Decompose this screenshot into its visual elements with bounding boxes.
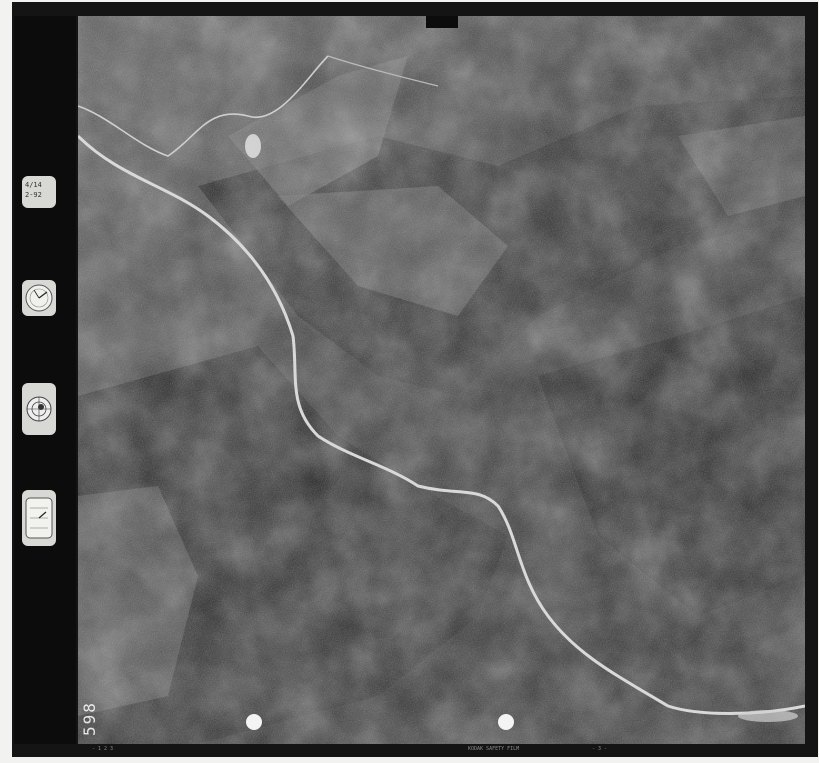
level-bubble — [22, 383, 56, 435]
terrain-icon — [78, 16, 805, 744]
data-card-text: 4/14 2-92 — [25, 181, 42, 199]
instrument-strip — [14, 16, 76, 744]
level-icon — [26, 396, 52, 422]
watch-dial — [22, 490, 56, 546]
footer-center: KODAK SAFETY FILM — [468, 746, 520, 752]
frame-number: 598 — [80, 701, 99, 736]
data-card: 4/14 2-92 — [22, 176, 56, 208]
fiducial-mark-top — [426, 16, 458, 28]
footer-left: - 1 2 3 — [92, 746, 114, 752]
altimeter-icon — [25, 284, 53, 312]
aerial-photo — [78, 16, 805, 744]
watch-icon — [25, 497, 53, 539]
registration-hole-right — [498, 714, 514, 730]
altimeter-dial — [22, 280, 56, 316]
footer-right: - 3 - — [592, 746, 608, 752]
registration-hole-left — [246, 714, 262, 730]
